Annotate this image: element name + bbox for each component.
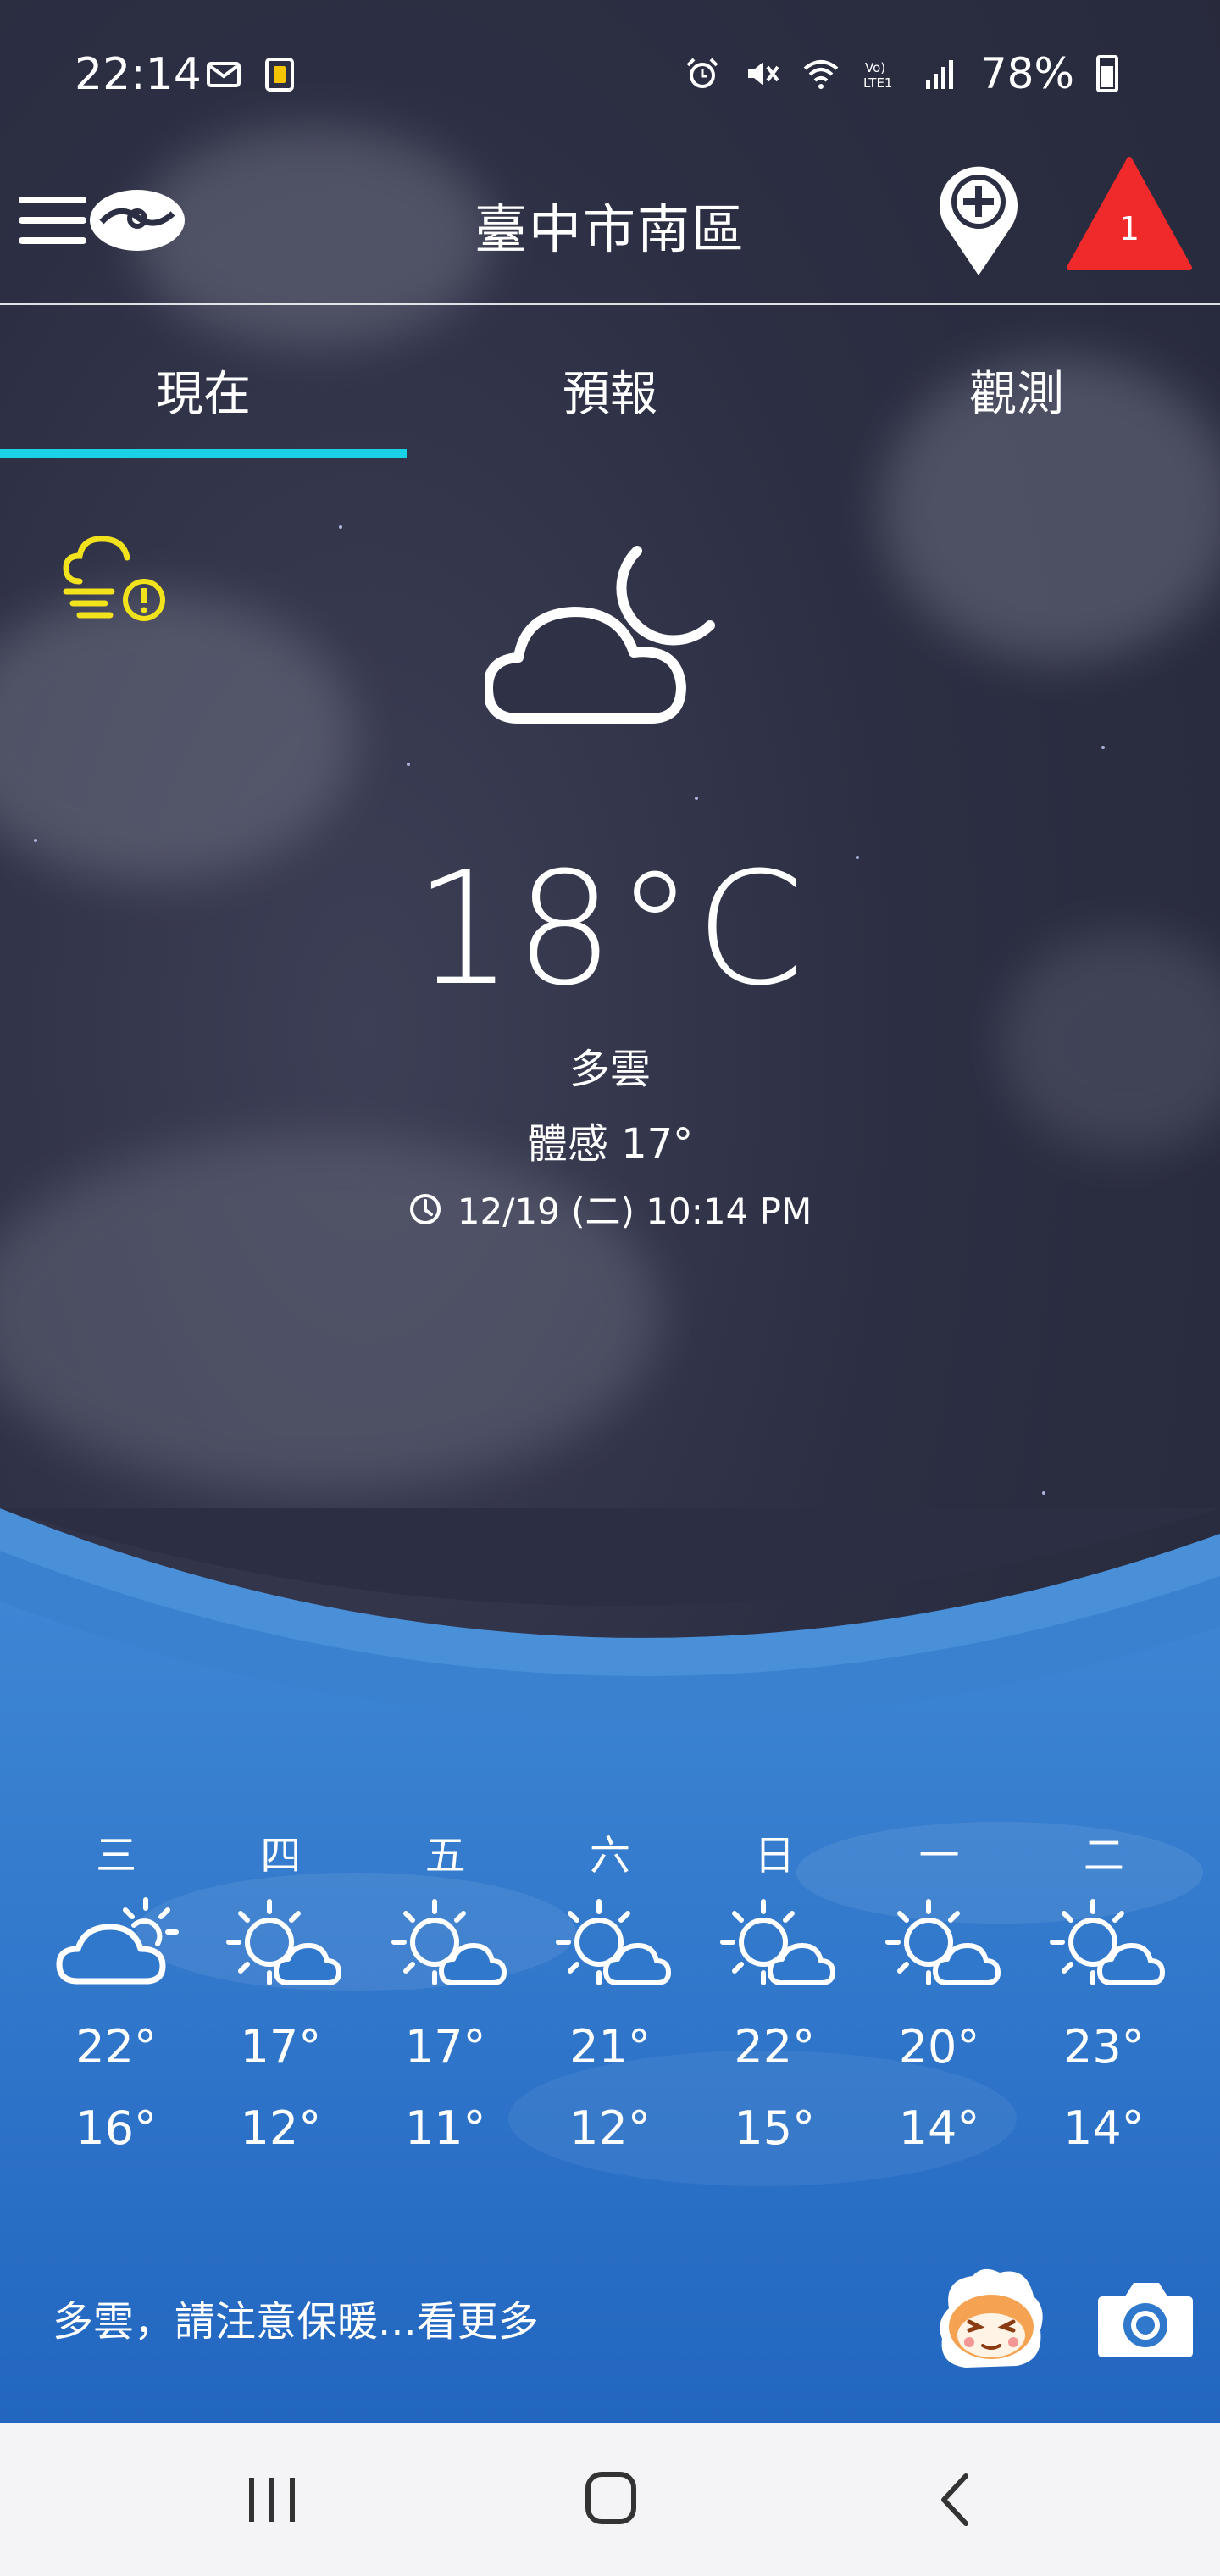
svg-text:Vo): Vo) xyxy=(865,60,885,75)
forecast-low: 16° xyxy=(75,2101,157,2155)
add-location-icon[interactable] xyxy=(932,161,1025,280)
cloud-sun-icon xyxy=(56,1897,180,1985)
status-time: 22:14 xyxy=(75,49,202,100)
forecast-day[interactable]: 四 17° 12° xyxy=(208,1822,352,2155)
forecast-day-name: 四 xyxy=(260,1832,302,1879)
forecast-high: 23° xyxy=(1062,2020,1145,2074)
mail-icon xyxy=(207,62,241,87)
alarm-icon xyxy=(686,58,718,88)
sun-cloud-icon xyxy=(226,1899,342,1985)
forecast-low: 15° xyxy=(734,2101,816,2155)
forecast-day[interactable]: 六 21° 12° xyxy=(538,1822,682,2155)
weather-summary-link[interactable]: 多雲，請注意保暖...看更多 xyxy=(53,2288,539,2347)
current-condition: 多雲 xyxy=(568,1046,651,1093)
wifi-icon xyxy=(803,60,839,89)
forecast-day-name: 五 xyxy=(424,1832,466,1879)
svg-text:LTE1: LTE1 xyxy=(863,75,892,91)
forecast-low: 12° xyxy=(569,2101,651,2155)
tab-bar: 現在 預報 觀測 xyxy=(0,305,1220,458)
mascot-icon[interactable] xyxy=(932,2262,1051,2373)
forecast-day[interactable]: 三 22° 16° xyxy=(44,1822,188,2155)
sun-cloud-icon xyxy=(555,1899,671,1985)
sun-cloud-icon xyxy=(884,1899,1001,1985)
mute-icon xyxy=(747,62,779,86)
clock-icon xyxy=(409,1193,441,1224)
forecast-day-name: 六 xyxy=(589,1832,630,1879)
star xyxy=(407,763,410,766)
camera-icon[interactable] xyxy=(1095,2274,1196,2362)
forecast-day-name: 二 xyxy=(1083,1832,1124,1879)
forecast-day-name: 日 xyxy=(754,1832,796,1879)
forecast-high: 20° xyxy=(898,2020,980,2074)
forecast-low: 11° xyxy=(404,2101,486,2155)
feels-like: 體感 17° xyxy=(526,1120,694,1168)
forecast-day[interactable]: 二 23° 14° xyxy=(1032,1822,1176,2155)
forecast-high: 21° xyxy=(569,2020,651,2074)
forecast-day[interactable]: 日 22° 15° xyxy=(702,1822,846,2155)
forecast-day[interactable]: 一 20° 14° xyxy=(868,1822,1012,2155)
forecast-low: 12° xyxy=(240,2101,322,2155)
forecast-low: 14° xyxy=(1062,2101,1145,2155)
status-bar: 22:14 Vo) LTE1 78% xyxy=(0,0,1220,153)
wind-warning-icon[interactable] xyxy=(61,532,168,625)
status-right-icons: Vo) LTE1 78% xyxy=(684,49,1118,98)
home-icon[interactable] xyxy=(568,2466,652,2534)
forecast-low: 14° xyxy=(898,2101,980,2155)
battery-app-icon xyxy=(265,58,294,92)
cloud-moon-icon xyxy=(485,546,715,724)
tab-now[interactable]: 現在 xyxy=(0,305,407,458)
forecast-high: 17° xyxy=(240,2020,322,2074)
star xyxy=(695,797,698,800)
observation-time-row: 12/19 (二) 10:14 PM xyxy=(0,1183,1220,1235)
weekly-forecast: 三 22° 16° 四 17° 12° 五 17° 11° 六 21° 12° … xyxy=(0,1822,1220,2155)
volte-icon: Vo) LTE1 xyxy=(863,60,892,91)
alert-button[interactable]: 1 xyxy=(1066,156,1193,271)
status-left-icons xyxy=(205,56,298,93)
forecast-day[interactable]: 五 17° 11° xyxy=(374,1822,518,2155)
weather-screen: 22:14 Vo) LTE1 78% 臺中市南區 1 現在 預報 觀測 18°C… xyxy=(0,0,1220,2576)
forecast-high: 22° xyxy=(734,2020,816,2074)
forecast-high: 22° xyxy=(75,2020,157,2074)
star xyxy=(339,525,342,529)
background-cloud xyxy=(0,593,356,881)
star xyxy=(1101,746,1105,749)
battery-icon xyxy=(1096,55,1118,92)
sun-cloud-icon xyxy=(391,1899,507,1985)
signal-icon xyxy=(925,60,953,89)
observation-time: 12/19 (二) 10:14 PM xyxy=(457,1191,812,1232)
battery-percent: 78% xyxy=(979,49,1074,98)
recent-apps-icon[interactable] xyxy=(230,2466,315,2534)
back-icon[interactable] xyxy=(912,2466,996,2534)
current-temperature: 18°C xyxy=(413,839,807,1020)
tab-forecast[interactable]: 預報 xyxy=(407,305,813,458)
forecast-day-name: 一 xyxy=(918,1832,960,1879)
tab-observation[interactable]: 觀測 xyxy=(813,305,1220,458)
star xyxy=(1042,1491,1045,1495)
location-title[interactable]: 臺中市南區 xyxy=(0,186,1220,263)
forecast-day-name: 三 xyxy=(96,1832,137,1879)
forecast-high: 17° xyxy=(404,2020,486,2074)
sun-cloud-icon xyxy=(1049,1899,1165,1985)
app-header: 臺中市南區 1 xyxy=(0,153,1220,305)
system-nav-bar xyxy=(0,2423,1220,2576)
alert-count: 1 xyxy=(1118,210,1140,247)
sun-cloud-icon xyxy=(720,1899,836,1985)
